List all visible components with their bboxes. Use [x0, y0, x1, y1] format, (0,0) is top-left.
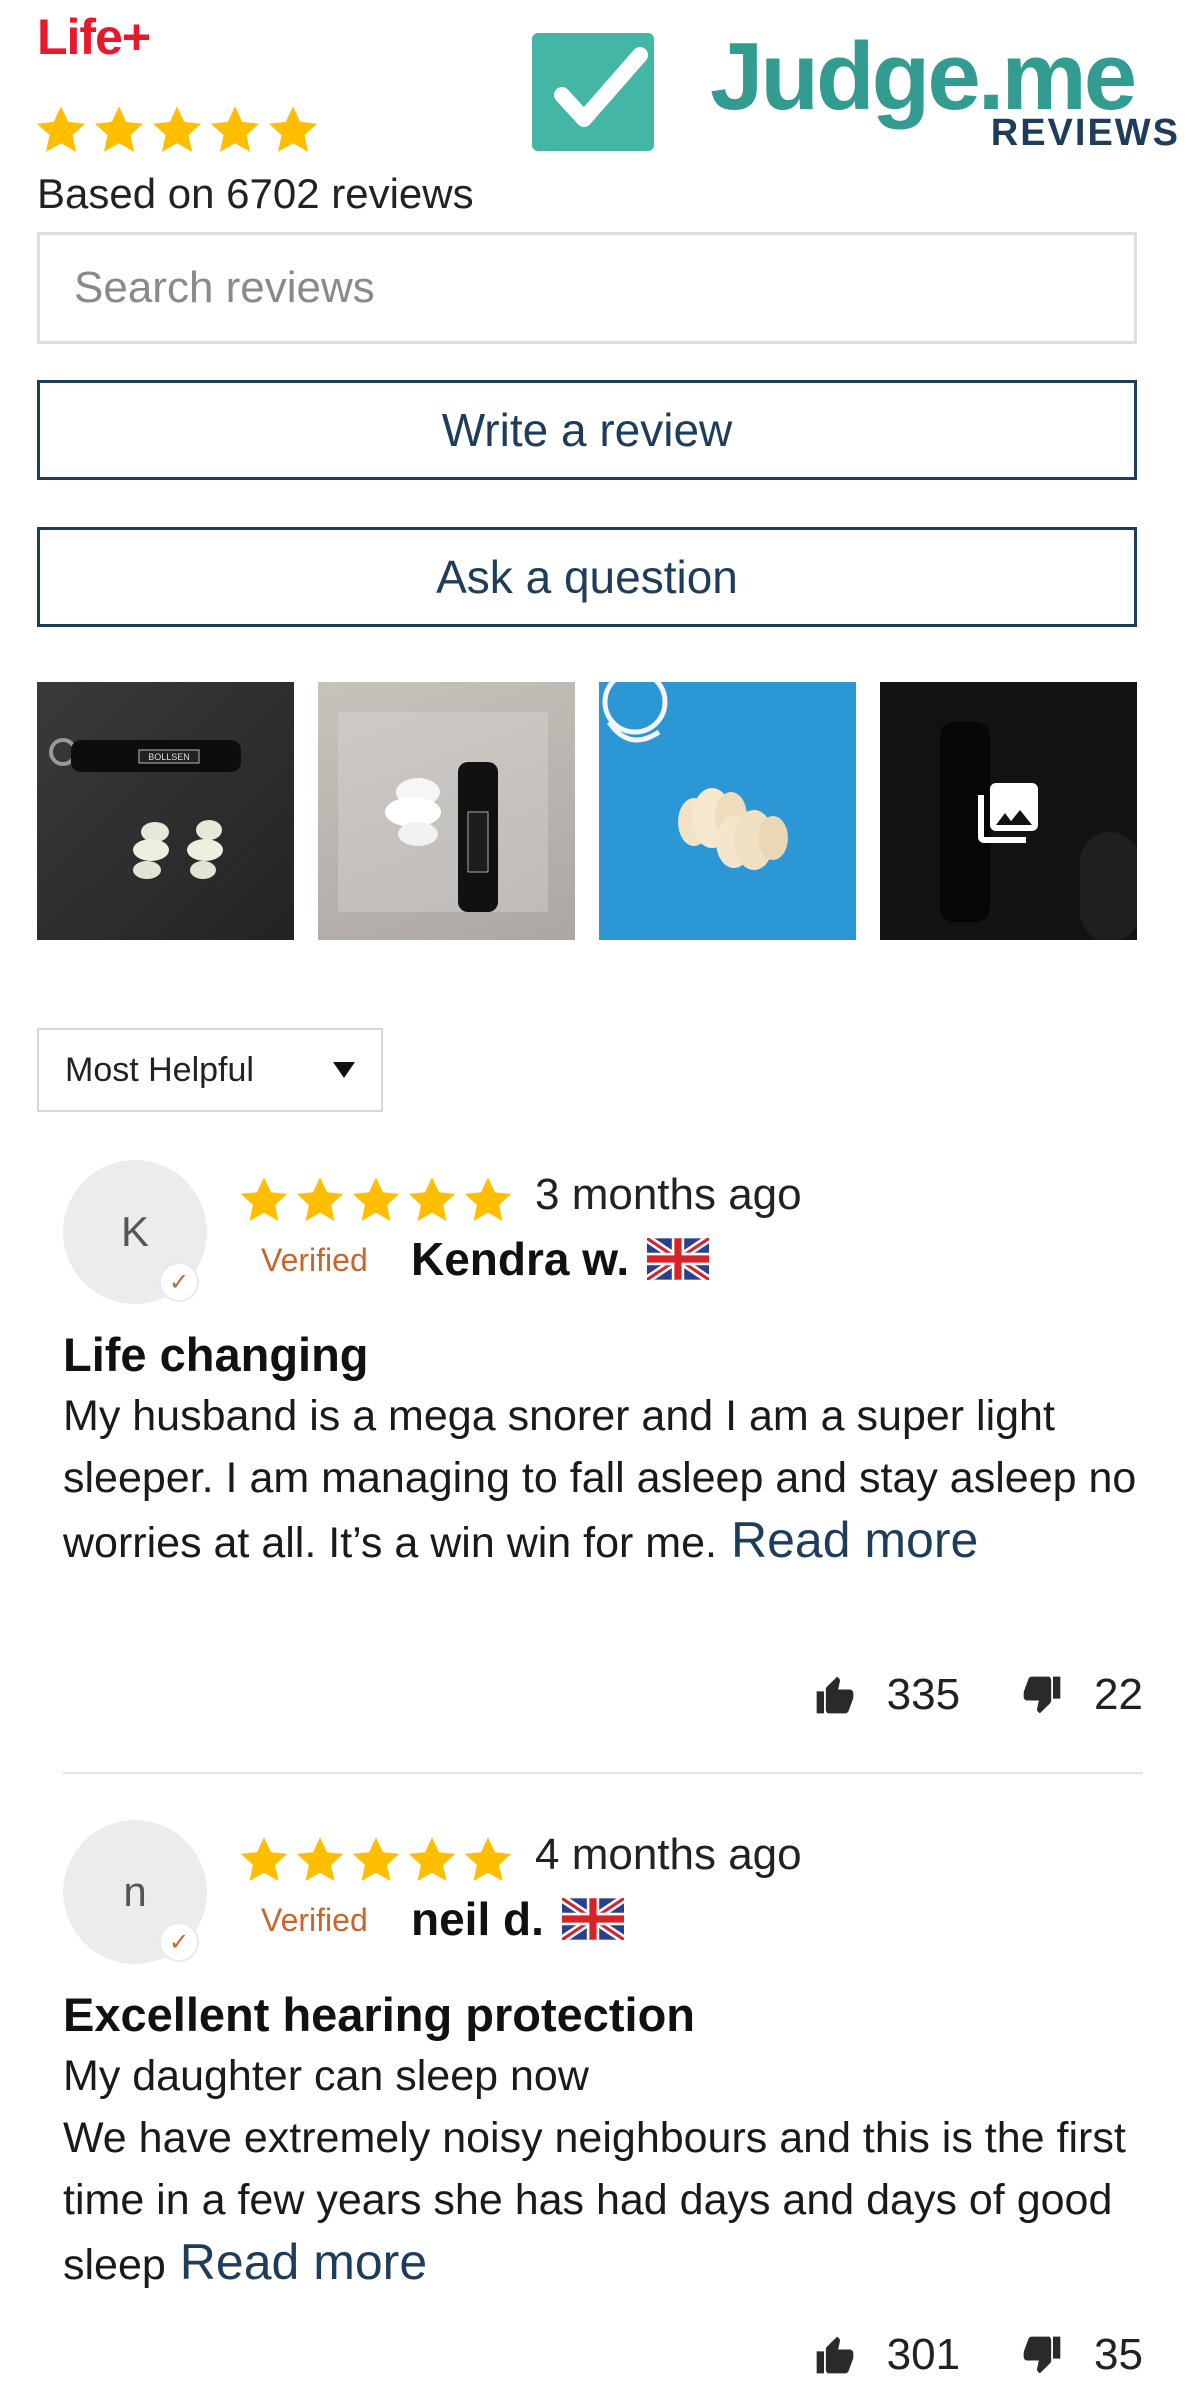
- reviewer-name: neil d.: [411, 1893, 544, 1945]
- checkmark-icon: ✓: [159, 1922, 199, 1962]
- review-body-line: My daughter can sleep now: [63, 2052, 589, 2100]
- review-body-container: My husband is a mega snorer and I am a s…: [63, 1385, 1143, 1574]
- earplugs-bag-photo: [338, 712, 548, 912]
- review-title: Life changing: [63, 1328, 369, 1381]
- search-input[interactable]: Search reviews: [37, 232, 1137, 344]
- review-date: 3 months ago: [535, 1170, 802, 1219]
- star-icon: [294, 1834, 346, 1886]
- upvote-count: 335: [886, 1670, 961, 1719]
- sort-dropdown[interactable]: Most Helpful: [37, 1028, 383, 1112]
- uk-flag-icon: [647, 1238, 709, 1280]
- verified-badge: Verified: [261, 1902, 368, 1938]
- star-icon: [92, 103, 146, 157]
- brand-logo: Life+: [37, 9, 151, 65]
- star-icon: [150, 103, 204, 157]
- caret-down-icon: [333, 1062, 355, 1078]
- downvote-count: 22: [1094, 1670, 1143, 1719]
- earplugs-case-photo: BOLLSEN: [49, 738, 241, 879]
- checkmark-icon: ✓: [159, 1262, 199, 1302]
- judgeme-logo: Judge.me REVIEWS: [532, 23, 1188, 158]
- svg-text:BOLLSEN: BOLLSEN: [148, 752, 190, 762]
- judgeme-check-icon: [532, 33, 654, 151]
- thumbs-up-icon[interactable]: [813, 1673, 857, 1717]
- read-more-link[interactable]: Read more: [731, 1512, 978, 1568]
- ask-question-button[interactable]: Ask a question: [37, 527, 1137, 627]
- star-icon: [350, 1834, 402, 1886]
- star-icon: [294, 1174, 346, 1226]
- media-thumbnail[interactable]: BOLLSEN: [37, 682, 294, 940]
- read-more-link[interactable]: Read more: [180, 2234, 427, 2290]
- thumbs-down-icon[interactable]: [1020, 1673, 1064, 1717]
- verified-badge: Verified: [261, 1242, 368, 1278]
- star-icon: [266, 103, 320, 157]
- sort-selected-value: Most Helpful: [65, 1050, 254, 1089]
- gallery-icon: [978, 783, 1038, 843]
- review-date: 4 months ago: [535, 1830, 802, 1879]
- avatar-initial: K: [120, 1208, 149, 1255]
- star-icon: [462, 1174, 514, 1226]
- reviewer-name-row: Kendra w.: [411, 1232, 709, 1286]
- avatar-initial: n: [123, 1868, 147, 1915]
- media-gallery: BOLLSEN: [37, 682, 1137, 940]
- upvote-count: 301: [886, 2330, 961, 2379]
- thumbs-up-icon[interactable]: [813, 2333, 857, 2377]
- earplugs-blue-photo: [602, 682, 788, 870]
- review-votes: 335 22: [813, 1670, 1143, 1720]
- media-thumbnail[interactable]: [599, 682, 856, 940]
- star-icon: [406, 1834, 458, 1886]
- star-icon: [238, 1174, 290, 1226]
- media-thumbnail[interactable]: [318, 682, 575, 940]
- star-icon: [238, 1834, 290, 1886]
- review-rating-stars: [238, 1174, 514, 1226]
- review-votes: 301 35: [813, 2330, 1143, 2380]
- downvote-count: 35: [1094, 2330, 1143, 2379]
- star-icon: [208, 103, 262, 157]
- reviewer-name-row: neil d.: [411, 1892, 624, 1946]
- review-count: Based on 6702 reviews: [37, 170, 474, 217]
- star-icon: [34, 103, 88, 157]
- star-icon: [350, 1174, 402, 1226]
- star-icon: [462, 1834, 514, 1886]
- media-thumbnail-more[interactable]: [880, 682, 1137, 940]
- uk-flag-icon: [562, 1898, 624, 1940]
- search-placeholder: Search reviews: [74, 263, 375, 312]
- average-rating-stars: [34, 103, 320, 157]
- star-icon: [406, 1174, 458, 1226]
- review-title: Excellent hearing protection: [63, 1988, 696, 2041]
- review-body-container: My daughter can sleep now We have extrem…: [63, 2045, 1143, 2296]
- reviewer-name: Kendra w.: [411, 1233, 630, 1285]
- review-rating-stars: [238, 1834, 514, 1886]
- review-divider: [63, 1772, 1143, 1774]
- write-review-button[interactable]: Write a review: [37, 380, 1137, 480]
- judgeme-reviews-label: REVIEWS: [990, 112, 1180, 154]
- thumbs-down-icon[interactable]: [1020, 2333, 1064, 2377]
